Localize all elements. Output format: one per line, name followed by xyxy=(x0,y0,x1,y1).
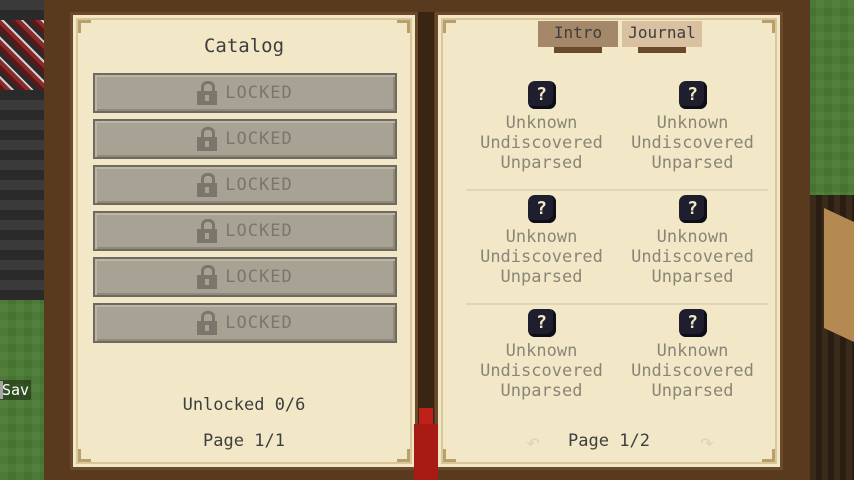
entry-line: Unparsed xyxy=(500,381,583,401)
journal-page: Intro Journal ? Unknown Undiscovered Unp… xyxy=(435,12,783,470)
entry-line: Unparsed xyxy=(651,267,734,287)
entry-line: Unknown xyxy=(505,341,578,361)
entry-line: Undiscovered xyxy=(631,133,754,153)
catalog-item-label: LOCKED xyxy=(225,267,293,287)
catalog-item-label: LOCKED xyxy=(225,83,293,103)
catalog-item-label: LOCKED xyxy=(225,221,293,241)
game-scene: Sav Catalog LOCKED LOCKED LOCKED LOCKED … xyxy=(0,0,854,480)
journal-grid: ? Unknown Undiscovered Unparsed ? Unknow… xyxy=(466,81,768,421)
unlocked-count: Unlocked 0/6 xyxy=(182,395,306,415)
tab-journal[interactable]: Journal xyxy=(622,21,702,47)
catalog-item-locked[interactable]: LOCKED xyxy=(93,119,397,159)
corner-ornament xyxy=(762,20,775,33)
entry-line: Unparsed xyxy=(500,153,583,173)
catalog-list: LOCKED LOCKED LOCKED LOCKED LOCKED LOCKE… xyxy=(93,73,397,349)
entry-line: Unknown xyxy=(656,113,729,133)
lock-icon xyxy=(197,81,218,105)
lock-icon xyxy=(197,219,218,243)
journal-row: ? Unknown Undiscovered Unparsed ? Unknow… xyxy=(466,309,768,417)
ribbon-bookmark xyxy=(414,408,438,480)
catalog-item-locked[interactable]: LOCKED xyxy=(93,73,397,113)
journal-entry[interactable]: ? Unknown Undiscovered Unparsed xyxy=(466,309,617,417)
corner-ornament xyxy=(397,20,410,33)
unknown-question-icon: ? xyxy=(678,195,707,223)
lock-icon xyxy=(197,311,218,335)
journal-entry[interactable]: ? Unknown Undiscovered Unparsed xyxy=(466,81,617,189)
lock-icon xyxy=(197,173,218,197)
catalog-item-label: LOCKED xyxy=(225,313,293,333)
entry-line: Undiscovered xyxy=(480,361,603,381)
journal-row: ? Unknown Undiscovered Unparsed ? Unknow… xyxy=(466,195,768,305)
catalog-item-locked[interactable]: LOCKED xyxy=(93,211,397,251)
entry-line: Undiscovered xyxy=(480,247,603,267)
catalog-page-number: Page 1/1 xyxy=(203,431,285,451)
unknown-question-icon: ? xyxy=(527,309,556,337)
redstone-block xyxy=(0,20,44,90)
hud-text: Sav xyxy=(0,380,32,400)
unknown-question-icon: ? xyxy=(527,195,556,223)
corner-ornament xyxy=(443,20,456,33)
catalog-item-locked[interactable]: LOCKED xyxy=(93,165,397,205)
catalog-page: Catalog LOCKED LOCKED LOCKED LOCKED LOCK… xyxy=(70,12,418,470)
catalog-item-label: LOCKED xyxy=(225,129,293,149)
unknown-question-icon: ? xyxy=(527,81,556,109)
corner-ornament xyxy=(78,20,91,33)
entry-line: Unknown xyxy=(656,227,729,247)
journal-row: ? Unknown Undiscovered Unparsed ? Unknow… xyxy=(466,81,768,191)
entry-line: Unparsed xyxy=(651,381,734,401)
journal-entry[interactable]: ? Unknown Undiscovered Unparsed xyxy=(617,309,768,417)
journal-page-number: Page 1/2 xyxy=(568,431,650,451)
lock-icon xyxy=(197,265,218,289)
entry-line: Unparsed xyxy=(651,153,734,173)
tab-journal-base xyxy=(638,47,686,53)
entry-line: Unknown xyxy=(505,113,578,133)
entry-line: Unknown xyxy=(505,227,578,247)
journal-entry[interactable]: ? Unknown Undiscovered Unparsed xyxy=(466,195,617,303)
wood-post xyxy=(824,208,854,342)
entry-line: Undiscovered xyxy=(480,133,603,153)
unknown-question-icon: ? xyxy=(678,81,707,109)
catalog-item-locked[interactable]: LOCKED xyxy=(93,303,397,343)
journal-entry[interactable]: ? Unknown Undiscovered Unparsed xyxy=(617,195,768,303)
lock-icon xyxy=(197,127,218,151)
catalog-item-locked[interactable]: LOCKED xyxy=(93,257,397,297)
tab-intro-base xyxy=(554,47,602,53)
entry-line: Undiscovered xyxy=(631,247,754,267)
entry-line: Undiscovered xyxy=(631,361,754,381)
unknown-question-icon: ? xyxy=(678,309,707,337)
catalog-title: Catalog xyxy=(203,35,285,57)
entry-line: Unknown xyxy=(656,341,729,361)
arrow-right-icon[interactable]: ↷ xyxy=(690,430,724,454)
catalog-item-label: LOCKED xyxy=(225,175,293,195)
journal-entry[interactable]: ? Unknown Undiscovered Unparsed xyxy=(617,81,768,189)
entry-line: Unparsed xyxy=(500,267,583,287)
tab-intro[interactable]: Intro xyxy=(538,21,618,47)
